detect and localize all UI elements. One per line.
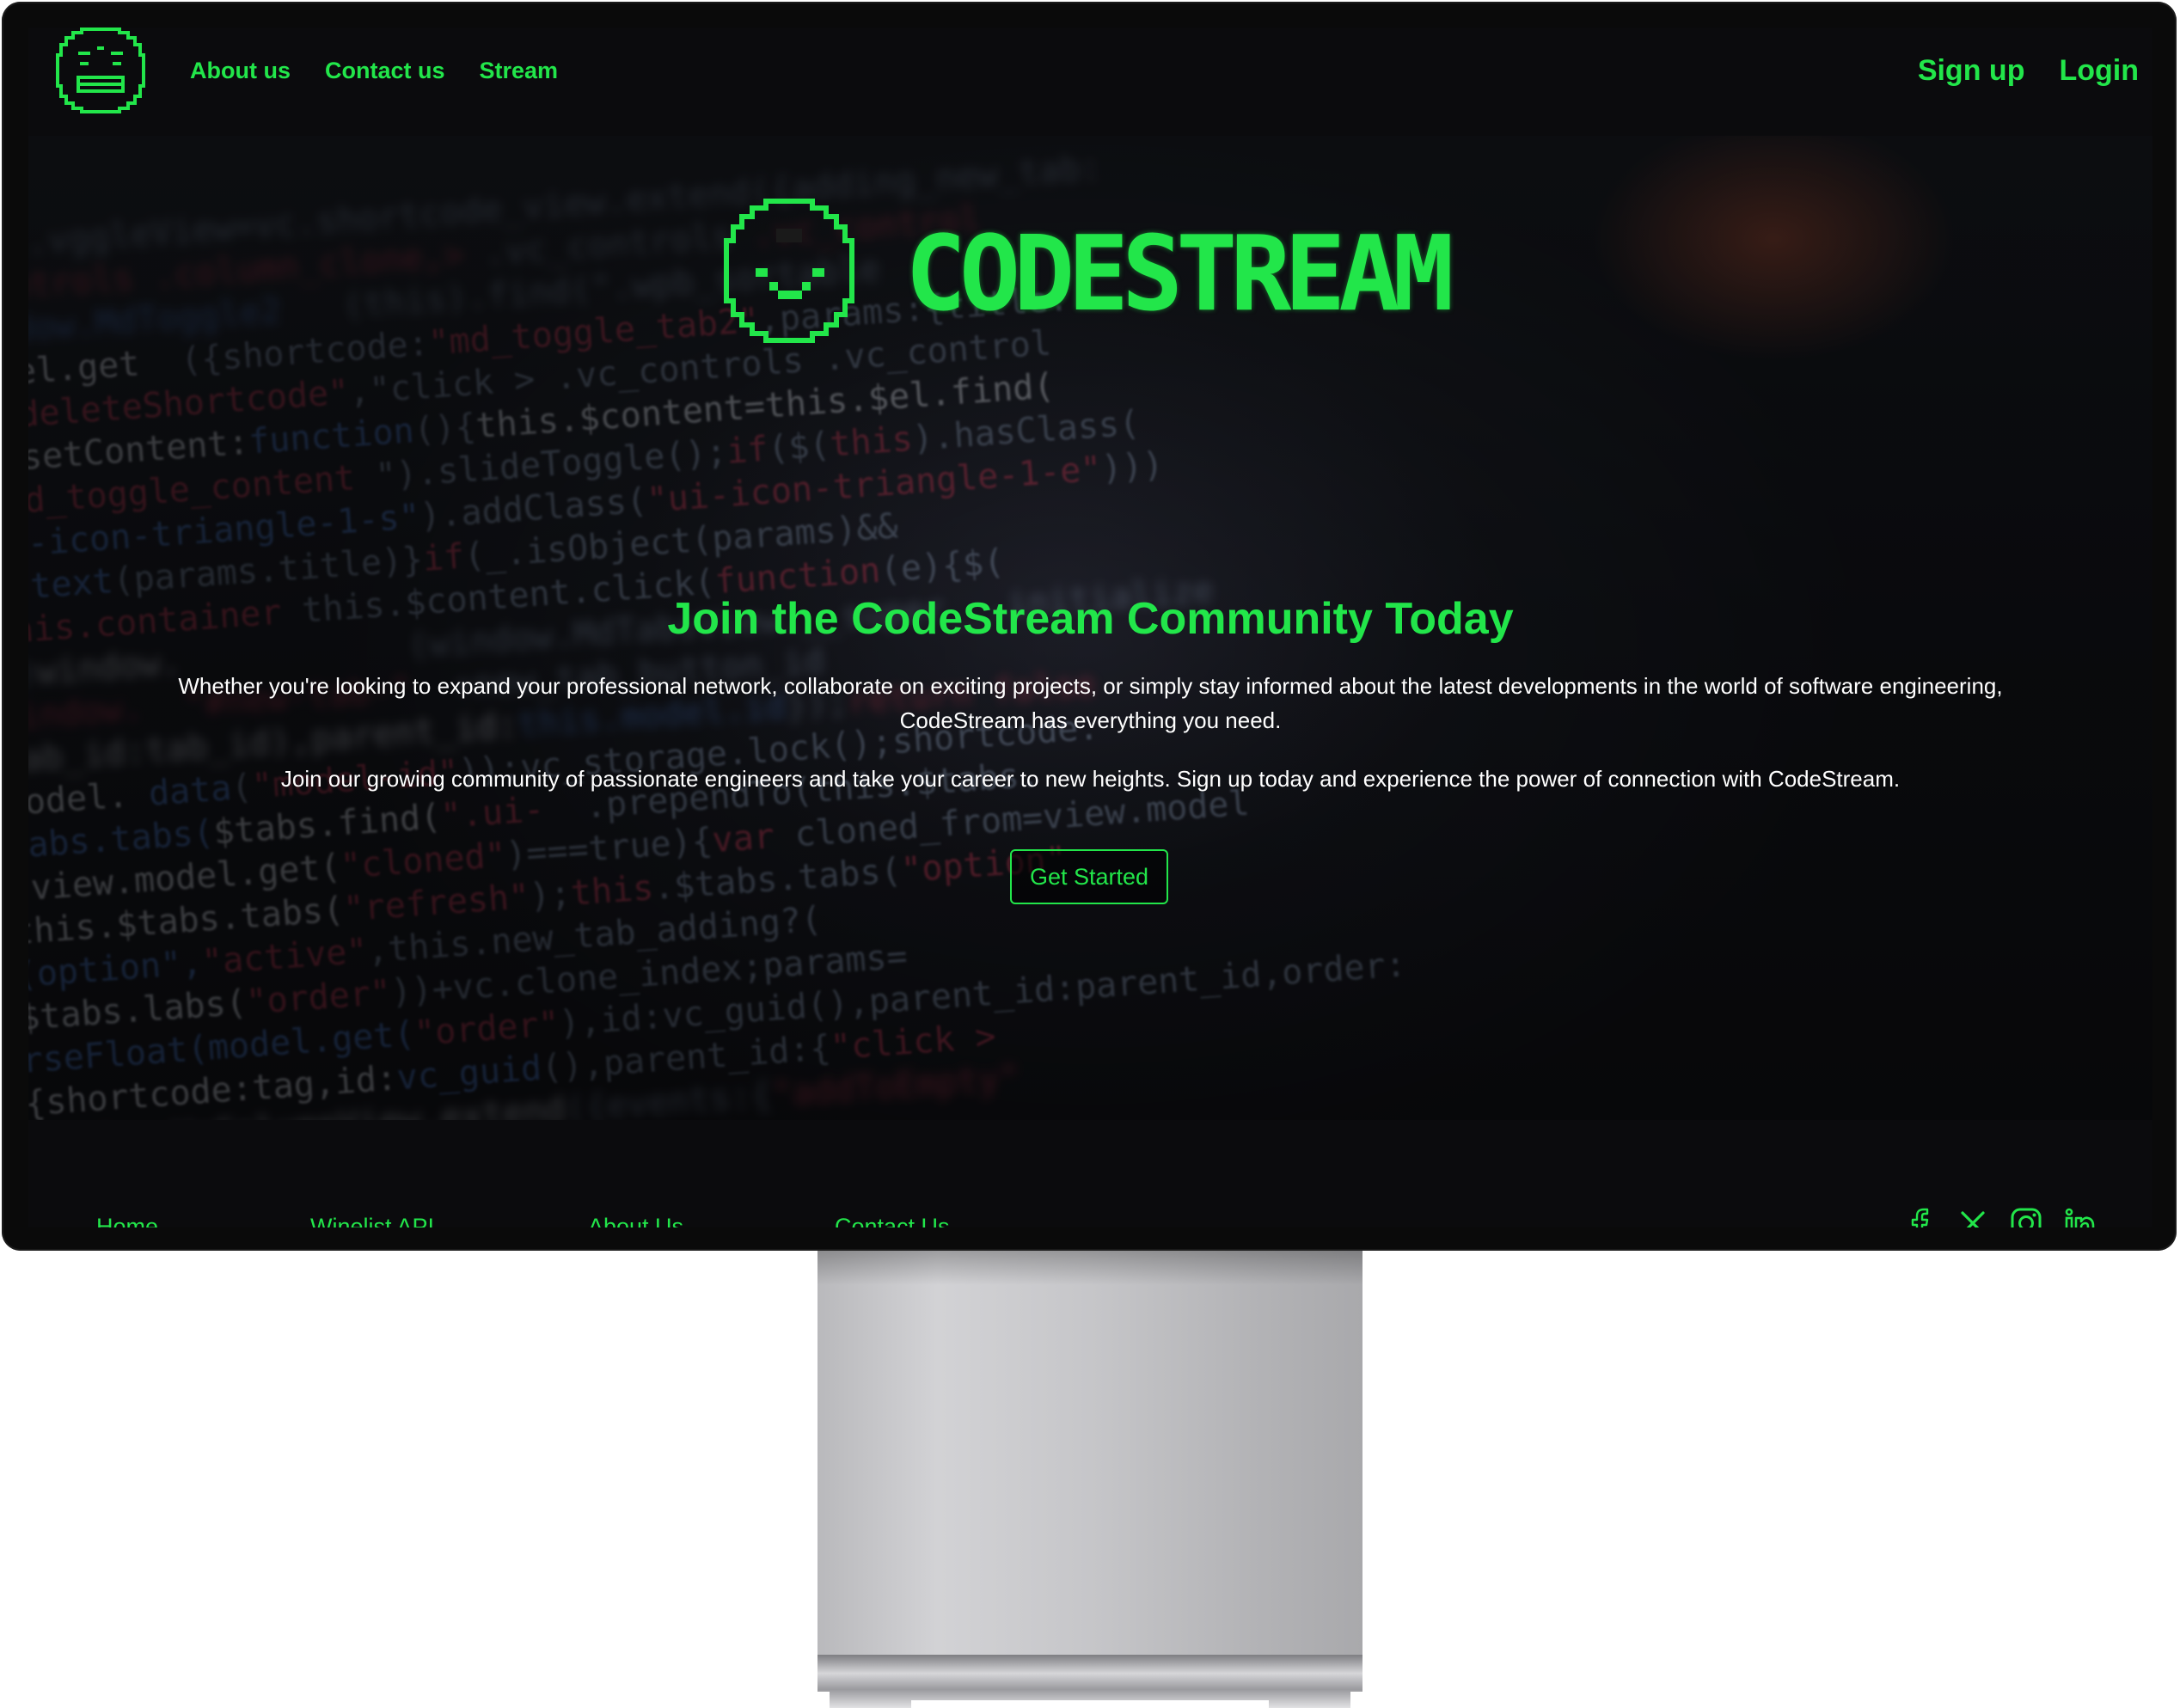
nav-link-contact-us[interactable]: Contact us: [325, 55, 445, 86]
pixel-smiley-icon: [724, 199, 854, 343]
x-icon[interactable]: [1956, 1206, 1990, 1227]
stand-foot-edge-right: [1350, 1692, 1362, 1708]
hero-paragraph-2: Join our growing community of passionate…: [280, 766, 1901, 792]
brand-wordmark: CODESTREAM: [905, 212, 1454, 334]
nav-link-about-us[interactable]: About us: [190, 55, 291, 86]
login-link[interactable]: Login: [2059, 52, 2139, 89]
footer-link-contact-us[interactable]: Contact Us: [835, 1211, 950, 1227]
instagram-icon[interactable]: [2009, 1206, 2043, 1227]
footer-link-about-us[interactable]: About Us: [588, 1211, 683, 1227]
stand-shadow: [818, 1251, 1362, 1285]
brand-logo: CODESTREAM: [716, 198, 1490, 361]
monitor-bezel: About us Contact us Stream Sign up Login…: [2, 2, 2177, 1251]
auth-links: Sign up Login: [1918, 52, 2139, 89]
nav-link-stream[interactable]: Stream: [480, 55, 559, 86]
signup-link[interactable]: Sign up: [1918, 52, 2025, 89]
screen: About us Contact us Stream Sign up Login…: [28, 28, 2152, 1227]
smiley-logo-icon[interactable]: [49, 28, 152, 113]
monitor-stand: [818, 1251, 1362, 1706]
get-started-button[interactable]: Get Started: [1010, 849, 1168, 904]
footer-link-winelist-api[interactable]: Winelist API: [310, 1211, 434, 1227]
stand-foot-edge-left: [818, 1692, 830, 1708]
facebook-icon[interactable]: [1902, 1206, 1937, 1227]
hero-paragraph-1: Whether you're looking to expand your pr…: [178, 673, 2003, 733]
footer: Home Winelist API About Us Contact Us: [28, 1120, 2152, 1227]
hero-title: Join the CodeStream Community Today: [667, 594, 1514, 644]
hero-section: ..vggleView=vc.shortcode_view.extend({ad…: [28, 136, 2152, 1120]
linkedin-icon[interactable]: [2062, 1206, 2097, 1227]
nav-links: About us Contact us Stream: [190, 55, 558, 86]
footer-link-home[interactable]: Home: [96, 1211, 158, 1227]
social-icons: [1902, 1206, 2097, 1227]
stand-foot-gap: [911, 1700, 1269, 1708]
navbar: About us Contact us Stream Sign up Login: [28, 28, 2152, 136]
